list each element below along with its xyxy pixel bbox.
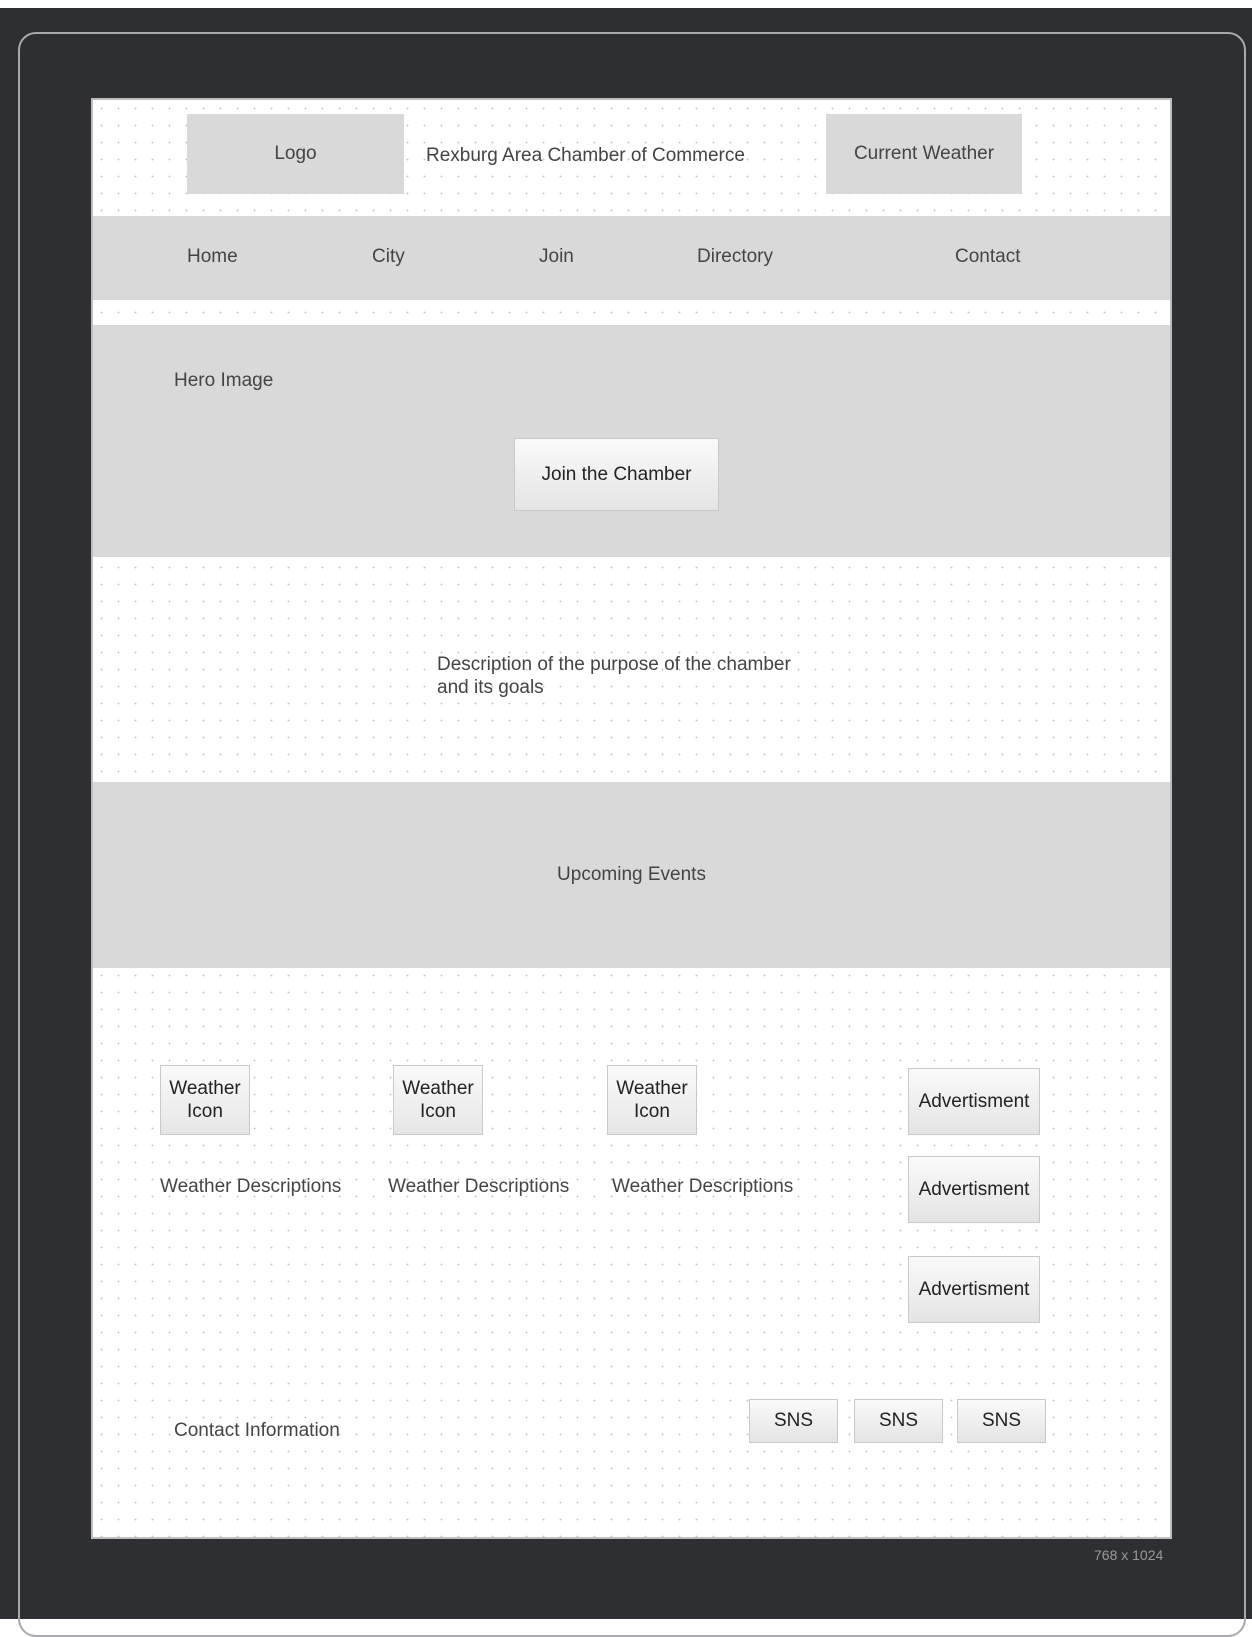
sns-button[interactable]: SNS [854,1399,943,1443]
weather-icon: Weather Icon [607,1065,697,1135]
sns-button[interactable]: SNS [749,1399,838,1443]
logo-label: Logo [274,143,317,164]
chamber-description: Description of the purpose of the chambe… [437,653,791,699]
weather-icon-label-line1: Weather [169,1078,241,1099]
nav-item-contact[interactable]: Contact [955,246,1020,268]
nav-item-home[interactable]: Home [187,246,238,268]
hero-image: Hero Image Join the Chamber [93,325,1170,557]
viewport-size-label: 768 x 1024 [1094,1547,1164,1563]
upcoming-events-label: Upcoming Events [557,864,706,885]
contact-information: Contact Information [174,1420,340,1441]
weather-description: Weather Descriptions [612,1176,794,1197]
advertisement-button[interactable]: Advertisment [908,1256,1040,1323]
join-chamber-button[interactable]: Join the Chamber [514,438,719,511]
current-weather-label: Current Weather [853,143,995,164]
logo-placeholder[interactable]: Logo [187,114,404,194]
weather-icon-label-line2: Icon [187,1101,223,1122]
sns-button[interactable]: SNS [957,1399,1046,1443]
site-title: Rexburg Area Chamber of Commerce [426,145,745,166]
weather-description: Weather Descriptions [388,1176,570,1197]
weather-icon: Weather Icon [160,1065,250,1135]
hero-image-label: Hero Image [174,370,274,391]
advertisement-button[interactable]: Advertisment [908,1068,1040,1135]
weather-icon-label-line2: Icon [634,1101,670,1122]
nav-item-directory[interactable]: Directory [697,246,773,268]
weather-description: Weather Descriptions [160,1176,342,1197]
weather-icon-label-line1: Weather [616,1078,688,1099]
current-weather-widget: Current Weather [826,114,1022,194]
weather-icon-label-line2: Icon [420,1101,456,1122]
advertisement-button[interactable]: Advertisment [908,1156,1040,1223]
description-line-2: and its goals [437,677,544,698]
weather-icon: Weather Icon [393,1065,483,1135]
nav-item-join[interactable]: Join [539,246,574,268]
nav-item-city[interactable]: City [372,246,405,268]
upcoming-events-section: Upcoming Events [93,782,1170,968]
main-nav: Home City Join Directory Contact [93,216,1170,300]
description-line-1: Description of the purpose of the chambe… [437,654,791,675]
weather-icon-label-line1: Weather [402,1078,474,1099]
wireframe-canvas: Logo Rexburg Area Chamber of Commerce Cu… [91,98,1172,1539]
